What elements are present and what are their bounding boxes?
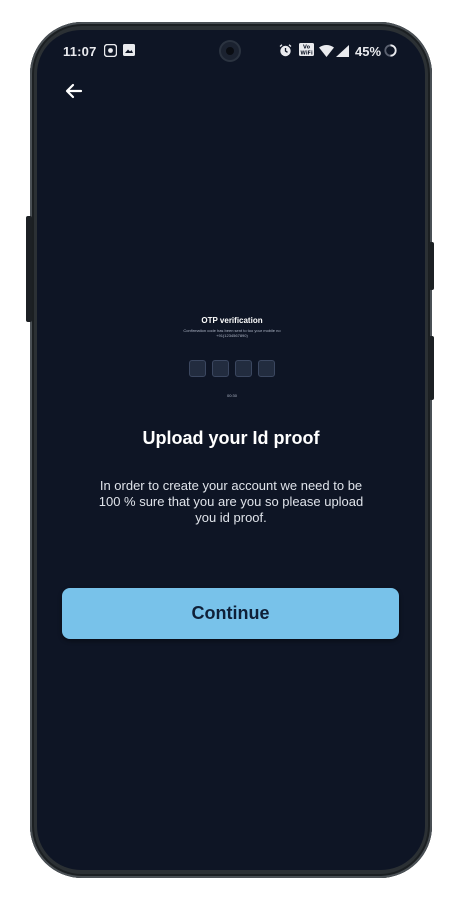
otp-preview-subtitle: Confirmation code has been sent to too y… <box>183 328 281 338</box>
wifi-icon <box>319 45 334 60</box>
otp-preview-timer: 00:30 <box>226 393 237 397</box>
otp-preview-illustration: OTP verification Confirmation code has b… <box>182 312 282 404</box>
otp-preview-box <box>212 360 229 377</box>
page-title: Upload your Id proof <box>142 428 320 448</box>
front-camera <box>221 42 239 60</box>
otp-preview-title: OTP verification <box>201 316 263 325</box>
notification-icon <box>103 43 118 60</box>
battery-percent: 45% <box>355 44 382 59</box>
app-screen: 11:07 Vo WiFi 45% OTP verification Confir… <box>37 30 425 870</box>
status-bar: 11:07 Vo WiFi 45% <box>37 30 425 70</box>
status-time: 11:07 <box>63 44 97 59</box>
otp-preview-box <box>235 360 252 377</box>
phone-side-button-left <box>26 216 32 322</box>
otp-preview-box <box>189 360 206 377</box>
svg-text:WiFi: WiFi <box>300 50 313 56</box>
alarm-icon <box>279 44 292 60</box>
otp-preview-boxes <box>182 360 282 377</box>
gallery-icon <box>123 44 135 59</box>
continue-button[interactable]: Continue <box>62 588 399 639</box>
back-arrow-icon[interactable] <box>63 80 85 102</box>
otp-preview-box <box>258 360 275 377</box>
battery-icon <box>384 44 397 60</box>
phone-volume-button <box>429 242 434 290</box>
signal-icon <box>336 45 349 60</box>
phone-power-button <box>429 336 434 400</box>
vowifi-icon: Vo WiFi <box>299 43 314 59</box>
page-description: In order to create your account we need … <box>98 478 364 525</box>
